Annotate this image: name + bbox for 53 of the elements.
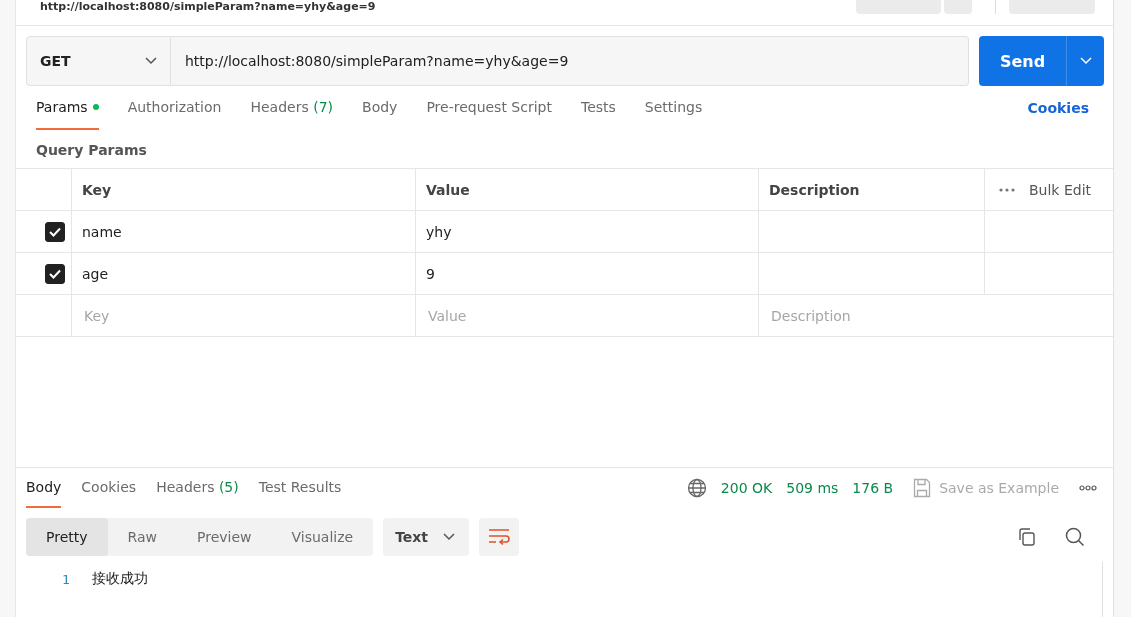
wrap-lines-button[interactable] bbox=[479, 518, 520, 556]
copy-icon[interactable] bbox=[1017, 527, 1037, 547]
key-field[interactable]: Key bbox=[82, 306, 405, 325]
view-mode-button[interactable]: Visualize bbox=[271, 518, 374, 556]
request-tab[interactable]: Tests bbox=[580, 86, 616, 130]
response-text: 接收成功 bbox=[91, 570, 148, 588]
view-mode-button[interactable]: Preview bbox=[177, 518, 272, 556]
column-header: Value bbox=[416, 169, 759, 210]
column-header: Description bbox=[759, 169, 985, 210]
response-tab[interactable]: Body bbox=[26, 468, 62, 508]
request-tab[interactable]: Params bbox=[36, 86, 99, 130]
chevron-down-icon bbox=[1079, 57, 1092, 65]
save-icon bbox=[913, 478, 932, 498]
chevron-down-icon bbox=[145, 57, 157, 65]
more-icon[interactable] bbox=[999, 187, 1015, 192]
send-button[interactable]: Send bbox=[979, 36, 1066, 86]
table-cell: 9 bbox=[426, 265, 435, 282]
method-dropdown[interactable]: GET bbox=[26, 36, 171, 86]
url-field[interactable]: http://localhost:8080/simpleParam?name=yhy&age=9 bbox=[171, 36, 969, 86]
bulk-edit-button[interactable]: Bulk Edit bbox=[1029, 181, 1092, 198]
value-field[interactable]: Value bbox=[426, 306, 748, 325]
table-cell: name bbox=[82, 223, 122, 240]
response-tab[interactable]: Headers (5) bbox=[156, 468, 239, 508]
request-tab[interactable]: Authorization bbox=[127, 86, 222, 130]
column-header: Key bbox=[72, 169, 416, 210]
format-dropdown[interactable]: Text bbox=[383, 518, 470, 556]
request-tab[interactable]: Settings bbox=[644, 86, 703, 130]
wrap-lines-icon bbox=[488, 528, 511, 546]
cookies-link[interactable]: Cookies bbox=[1027, 86, 1089, 130]
globe-icon[interactable] bbox=[686, 478, 707, 498]
check-icon bbox=[48, 268, 61, 279]
search-icon[interactable] bbox=[1065, 527, 1085, 547]
response-time[interactable]: 509 ms bbox=[786, 480, 839, 496]
request-tab[interactable]: Headers (7) bbox=[250, 86, 334, 130]
more-icon[interactable] bbox=[1079, 485, 1097, 491]
section-title: Query Params bbox=[35, 141, 148, 160]
table-cell: yhy bbox=[426, 223, 452, 240]
table-cell: age bbox=[82, 265, 109, 282]
chevron-down-icon bbox=[443, 533, 456, 541]
line-number: 1 bbox=[62, 571, 70, 587]
response-tab[interactable]: Cookies bbox=[81, 468, 137, 508]
checkbox[interactable] bbox=[44, 221, 65, 242]
status-code[interactable]: 200 OK bbox=[720, 480, 773, 496]
request-title: http://localhost:8080/simpleParam?name=yhy&age=9 bbox=[40, 0, 376, 13]
checkbox[interactable] bbox=[44, 263, 65, 284]
view-mode-button[interactable]: Raw bbox=[107, 518, 177, 556]
request-tab[interactable]: Body bbox=[362, 86, 398, 130]
request-tab[interactable]: Pre-request Script bbox=[426, 86, 552, 130]
view-mode-button[interactable]: Pretty bbox=[26, 518, 108, 556]
response-tab[interactable]: Test Results bbox=[258, 468, 342, 508]
description-field[interactable]: Description bbox=[769, 306, 1103, 325]
check-icon bbox=[48, 226, 61, 237]
response-size[interactable]: 176 B bbox=[852, 480, 894, 496]
